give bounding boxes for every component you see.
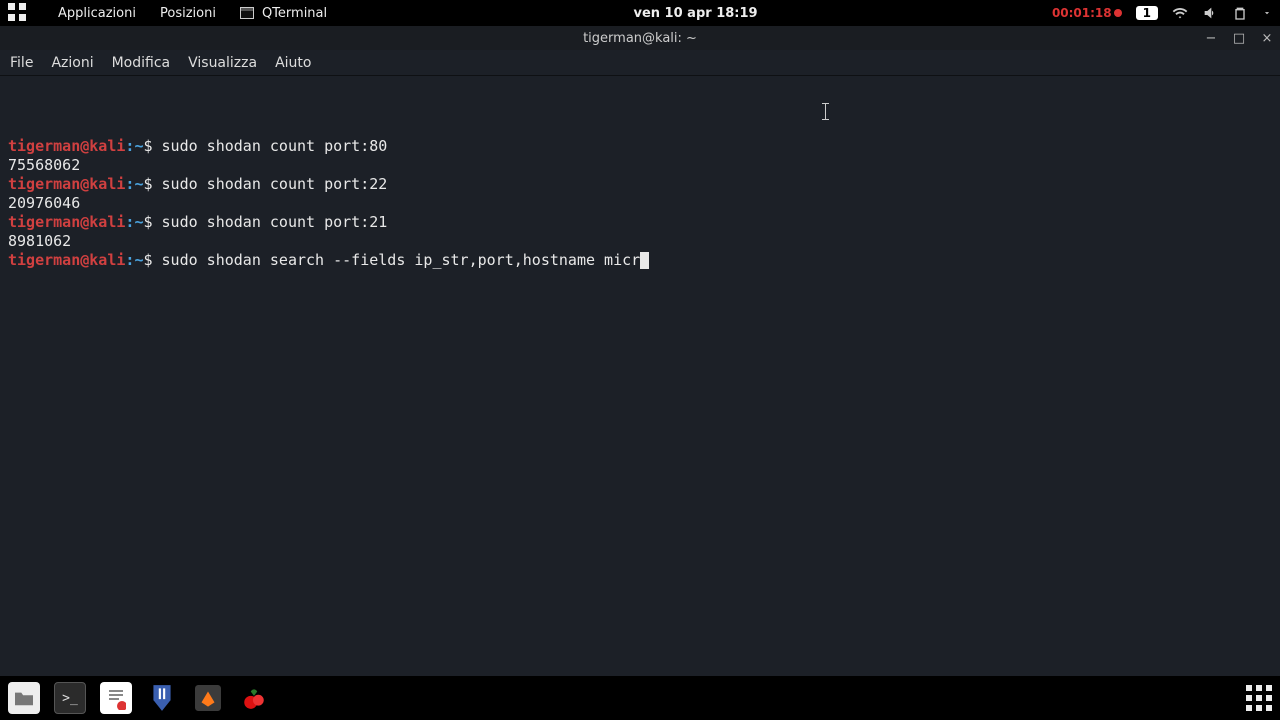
menu-applications[interactable]: Applicazioni <box>46 6 148 21</box>
menu-help[interactable]: Aiuto <box>275 55 311 71</box>
text-cursor-ibeam <box>825 103 826 120</box>
terminal-line: tigerman@kali:~$ sudo shodan count port:… <box>8 175 1272 194</box>
terminal-icon[interactable]: >_ <box>54 682 86 714</box>
wifi-icon[interactable] <box>1172 5 1188 21</box>
battery-icon[interactable] <box>1232 5 1248 21</box>
text-editor-icon[interactable] <box>100 682 132 714</box>
taskbar-qterminal[interactable]: QTerminal <box>228 6 339 21</box>
terminal-body[interactable]: tigerman@kali:~$ sudo shodan count port:… <box>0 76 1280 676</box>
terminal-line: tigerman@kali:~$ sudo shodan search --fi… <box>8 251 1272 270</box>
volume-icon[interactable] <box>1202 5 1218 21</box>
terminal-line: 20976046 <box>8 194 1272 213</box>
menu-positions[interactable]: Posizioni <box>148 6 228 21</box>
burp-icon[interactable] <box>192 682 224 714</box>
terminal-line: 75568062 <box>8 156 1272 175</box>
screen-recorder-indicator[interactable]: 00:01:18 <box>1052 6 1122 21</box>
power-menu-icon[interactable] <box>1262 5 1272 21</box>
panel-clock[interactable]: ven 10 apr 18:19 <box>633 6 757 21</box>
terminal-line: 8981062 <box>8 232 1272 251</box>
terminal-cursor <box>640 252 649 269</box>
window-icon <box>240 7 254 19</box>
bottom-dock: >_ <box>0 676 1280 720</box>
top-panel: Applicazioni Posizioni QTerminal ven 10 … <box>0 0 1280 26</box>
window-title: tigerman@kali: ~ <box>583 31 697 46</box>
cherrytree-icon[interactable] <box>238 682 270 714</box>
files-icon[interactable] <box>8 682 40 714</box>
menu-view[interactable]: Visualizza <box>188 55 257 71</box>
terminal-line: tigerman@kali:~$ sudo shodan count port:… <box>8 213 1272 232</box>
menu-actions[interactable]: Azioni <box>51 55 93 71</box>
task-label: QTerminal <box>262 6 327 21</box>
metasploit-icon[interactable] <box>146 682 178 714</box>
maximize-button[interactable]: □ <box>1232 31 1246 46</box>
minimize-button[interactable]: − <box>1204 31 1218 46</box>
menu-file[interactable]: File <box>10 55 33 71</box>
terminal-line: tigerman@kali:~$ sudo shodan count port:… <box>8 137 1272 156</box>
window-titlebar[interactable]: tigerman@kali: ~ − □ × <box>0 26 1280 50</box>
activities-icon[interactable] <box>8 3 28 23</box>
close-button[interactable]: × <box>1260 31 1274 46</box>
show-applications-icon[interactable] <box>1246 685 1272 711</box>
menu-edit[interactable]: Modifica <box>112 55 171 71</box>
terminal-window: tigerman@kali: ~ − □ × File Azioni Modif… <box>0 26 1280 676</box>
terminal-menubar: File Azioni Modifica Visualizza Aiuto <box>0 50 1280 76</box>
workspace-indicator[interactable]: 1 <box>1136 6 1158 20</box>
